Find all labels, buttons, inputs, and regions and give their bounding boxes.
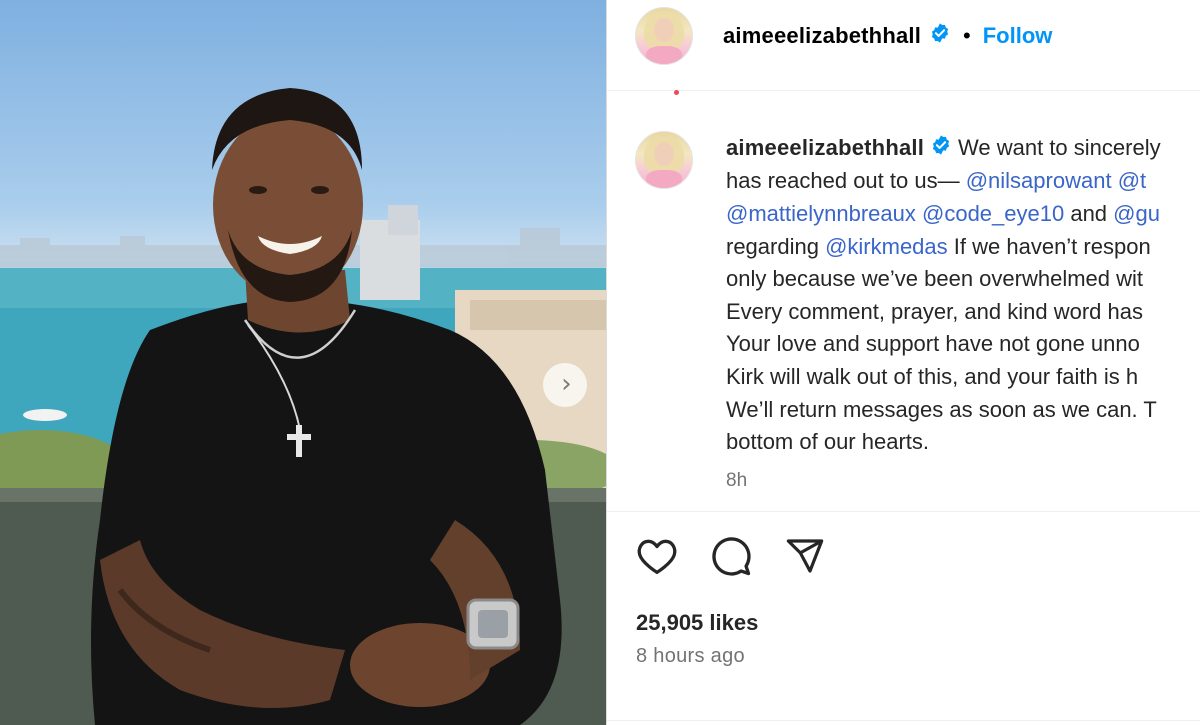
post-photo[interactable]: › — [0, 0, 606, 725]
caption-line: only because we’ve been overwhelmed wit — [726, 263, 1200, 296]
caption-text-segment: has reached out to us— — [726, 168, 966, 194]
caption-line: We’ll return messages as soon as we can.… — [726, 394, 1200, 427]
actions-divider — [607, 511, 1200, 512]
header-username[interactable]: aimeeelizabethhall — [723, 23, 921, 49]
mention-link[interactable]: @nilsaprowant — [966, 168, 1112, 193]
carousel-next-button[interactable]: › — [543, 363, 587, 407]
caption-avatar[interactable] — [635, 131, 693, 189]
caption-section: aimeeelizabethhall We want to sincerely h… — [607, 90, 1200, 510]
follow-button[interactable]: Follow — [983, 23, 1053, 49]
post-photo-illustration — [0, 88, 606, 725]
header-separator: • — [963, 23, 971, 48]
comment-icon — [712, 537, 751, 576]
action-bar — [635, 536, 827, 576]
caption-text-segment: regarding — [726, 233, 826, 259]
post-time[interactable]: 8 hours ago — [636, 645, 745, 668]
caption-text-segment: Kirk will walk out of this, and your fai… — [726, 364, 1139, 390]
post-detail-panel: aimeeelizabethhall • Follow aimeeelizabe… — [607, 0, 1200, 725]
caption-text: aimeeelizabethhall We want to sincerely h… — [726, 132, 1200, 459]
caption-line: Kirk will walk out of this, and your fai… — [726, 361, 1200, 394]
caption-timestamp[interactable]: 8h — [726, 470, 747, 492]
verified-badge-icon — [930, 133, 952, 166]
caption-text-segment: bottom of our hearts. — [726, 429, 929, 455]
chevron-right-icon: › — [561, 368, 572, 399]
share-icon — [786, 539, 824, 573]
likes-count[interactable]: 25,905 likes — [636, 610, 758, 636]
caption-text-segment: Every comment, prayer, and kind word has — [726, 298, 1143, 324]
caption-text-segment: We want to sincerely — [958, 135, 1161, 160]
caption-text-segment: only because we’ve been overwhelmed wit — [726, 266, 1144, 292]
caption-text-segment: If we haven’t respon — [947, 233, 1151, 259]
caption-line: Your love and support have not gone unno — [726, 328, 1200, 361]
header-user: aimeeelizabethhall • Follow — [723, 22, 1052, 50]
caption-line: has reached out to us— @nilsaprowant @t — [726, 165, 1200, 198]
mention-link[interactable]: @t — [1118, 168, 1146, 193]
mention-link[interactable]: @kirkmedas — [825, 234, 948, 259]
caption-line: @mattielynnbreaux @code_eye10 and @gu — [726, 198, 1200, 231]
share-button[interactable] — [783, 536, 827, 576]
caption-text-segment: We’ll return messages as soon as we can.… — [726, 396, 1157, 422]
bottom-divider — [607, 720, 1200, 721]
caption-line: bottom of our hearts. — [726, 426, 1200, 459]
avatar[interactable] — [635, 7, 693, 65]
caption-username[interactable]: aimeeelizabethhall — [726, 135, 924, 160]
caption-line: aimeeelizabethhall We want to sincerely — [726, 132, 1200, 165]
caption-text-segment: Your love and support have not gone unno — [726, 331, 1140, 357]
mention-link[interactable]: @mattielynnbreaux — [726, 201, 916, 226]
mention-link[interactable]: @gu — [1113, 201, 1160, 226]
post-header: aimeeelizabethhall • Follow — [607, 0, 1200, 91]
mention-link[interactable]: @code_eye10 — [922, 201, 1064, 226]
caption-line: Every comment, prayer, and kind word has — [726, 296, 1200, 329]
verified-badge-icon — [929, 22, 951, 50]
caption-line: regarding @kirkmedas If we haven’t respo… — [726, 231, 1200, 264]
heart-icon — [637, 539, 677, 575]
like-button[interactable] — [635, 536, 679, 576]
caption-text-segment: and — [1064, 201, 1114, 227]
comment-button[interactable] — [709, 536, 753, 576]
